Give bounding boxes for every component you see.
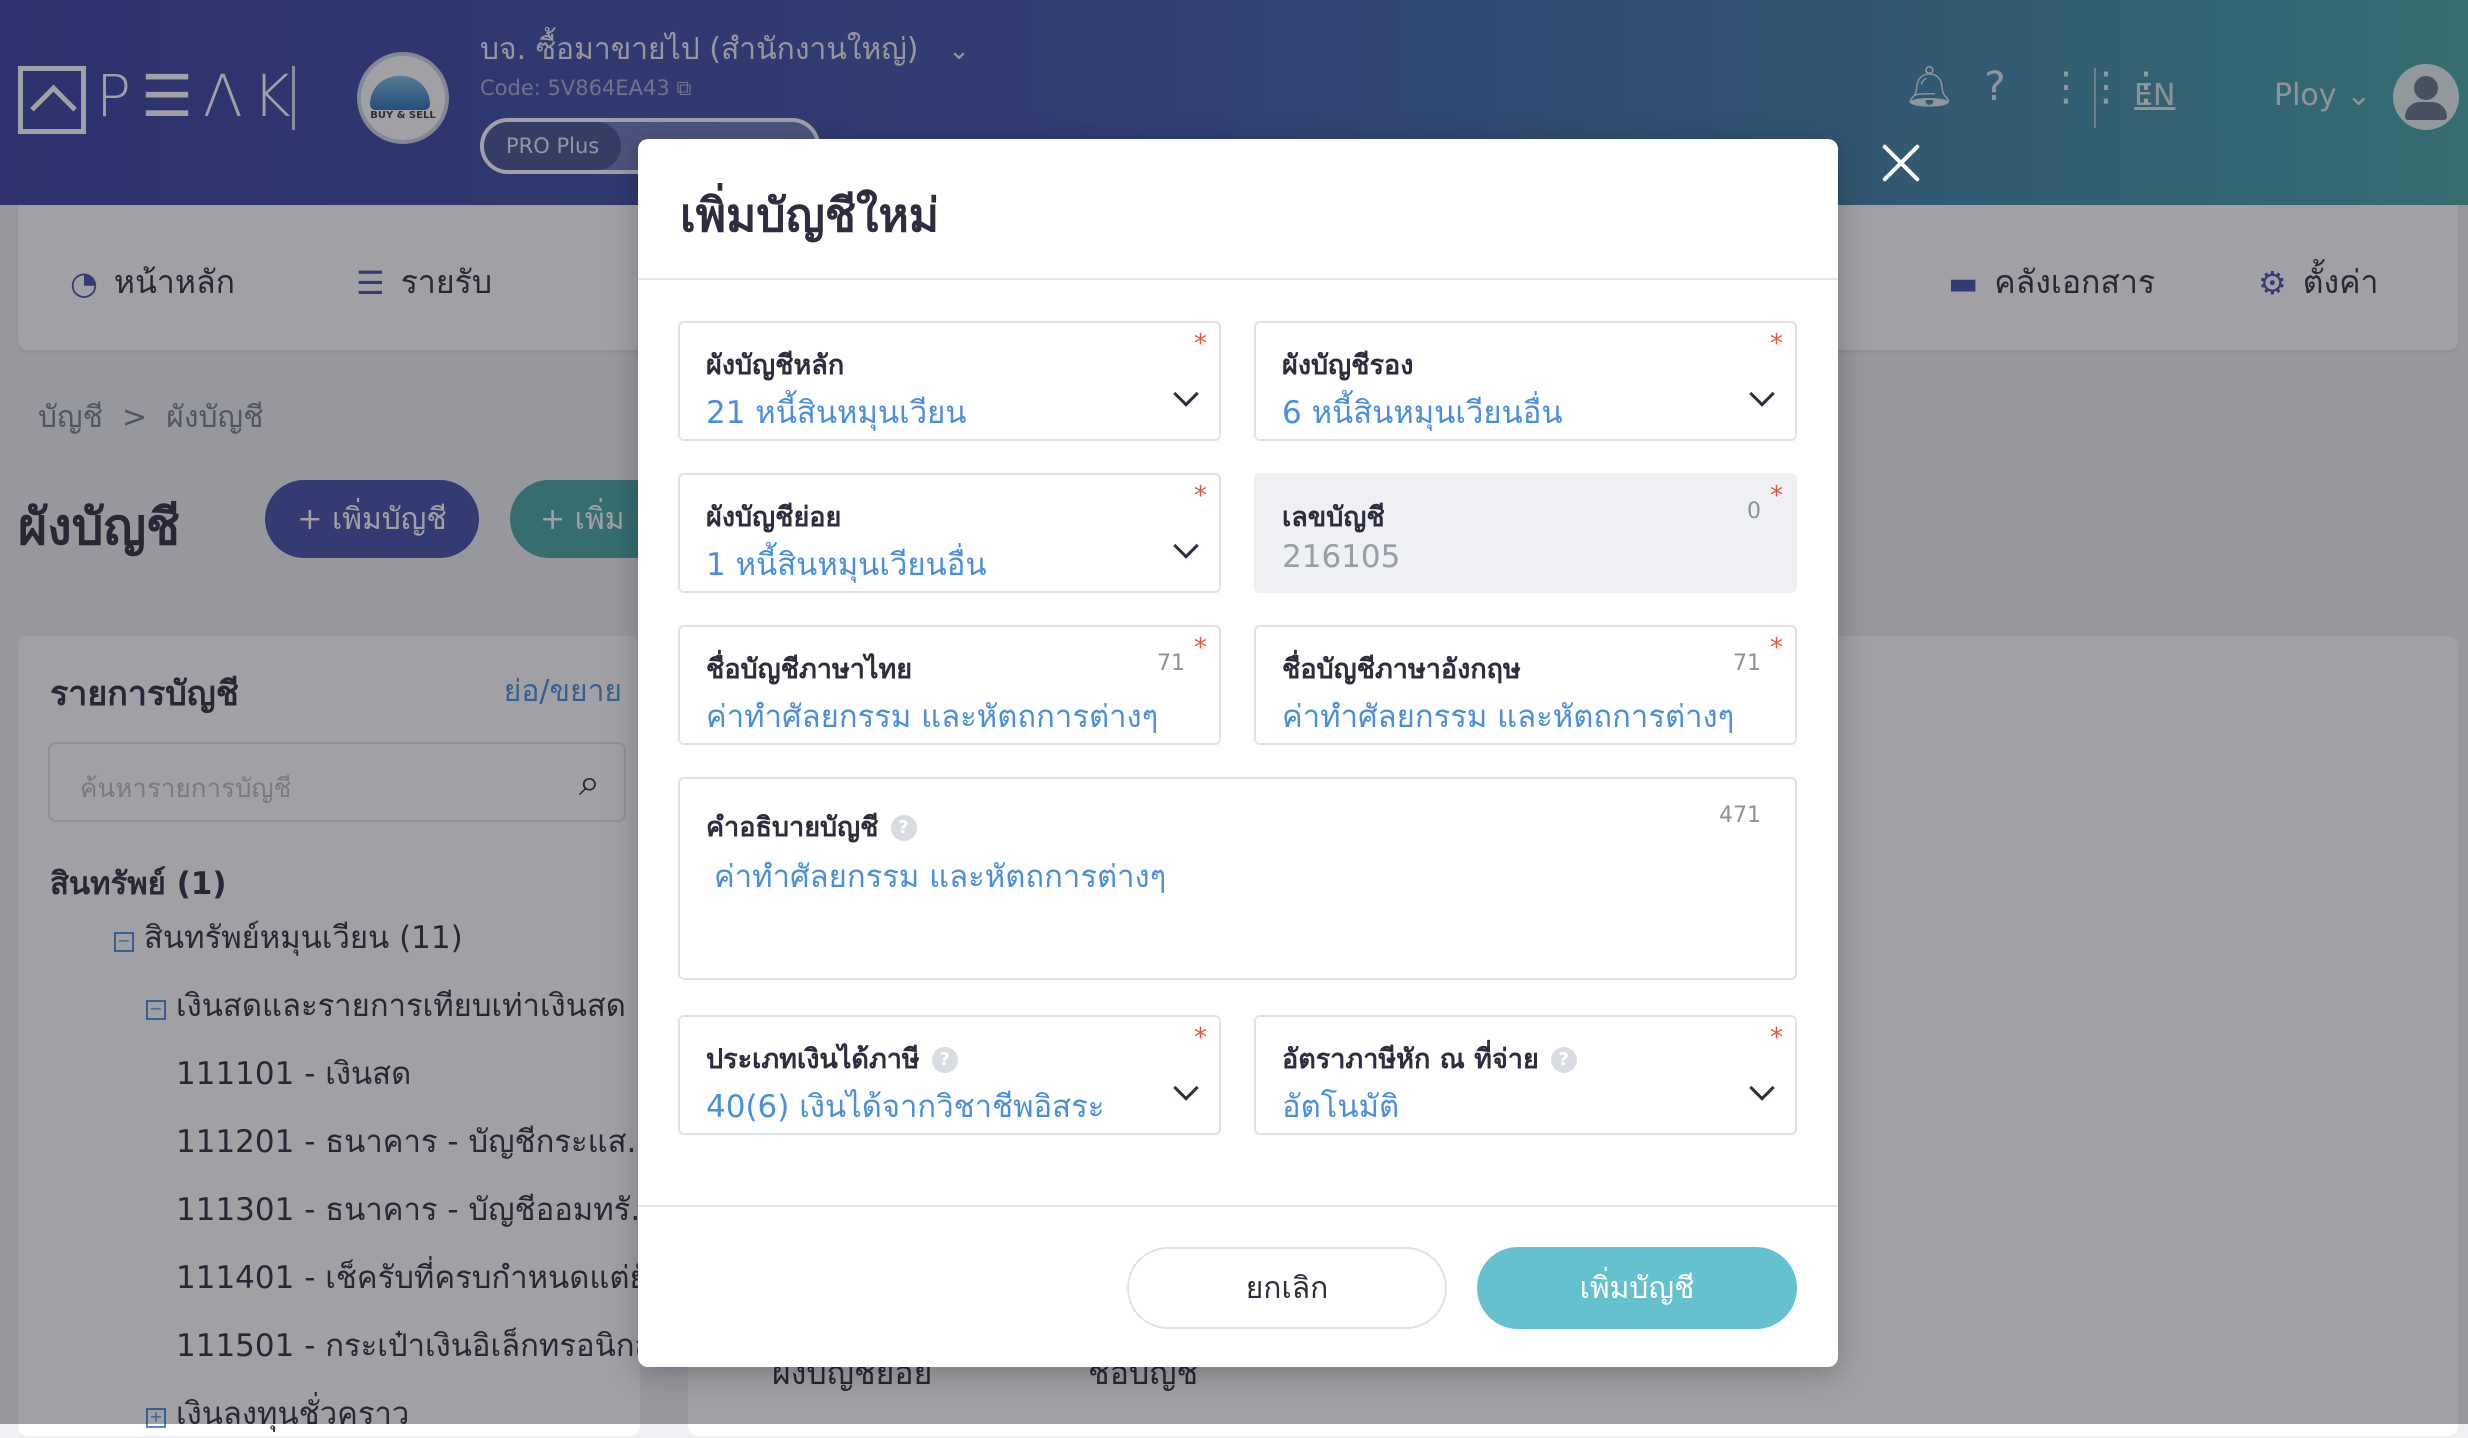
chevron-down-icon: [1173, 381, 1199, 407]
char-counter: 71: [1157, 651, 1185, 676]
char-counter: 471: [1719, 803, 1761, 828]
submit-add-account-button[interactable]: เพิ่มบัญชี: [1477, 1247, 1797, 1329]
income-type-select[interactable]: ประเภทเงินได้ภาษี? 40(6) เงินได้จากวิชาช…: [678, 1015, 1221, 1135]
required-marker: *: [1770, 329, 1783, 359]
help-icon[interactable]: ?: [931, 1047, 958, 1073]
required-marker: *: [1770, 633, 1783, 663]
help-icon[interactable]: ?: [890, 815, 917, 841]
required-marker: *: [1194, 1023, 1207, 1053]
main-chart-select[interactable]: ผังบัญชีหลัก 21 หนี้สินหมุนเวียน *: [678, 321, 1221, 441]
add-account-modal: เพิ่มบัญชีใหม่ ผังบัญชีหลัก 21 หนี้สินหม…: [638, 139, 1838, 1367]
account-name-english-field[interactable]: ชื่อบัญชีภาษาอังกฤษ ค่าทำศัลยกรรม และหัต…: [1254, 625, 1797, 745]
required-marker: *: [1194, 329, 1207, 359]
secondary-chart-select[interactable]: ผังบัญชีรอง 6 หนี้สินหมุนเวียนอื่น *: [1254, 321, 1797, 441]
chevron-down-icon: [1173, 533, 1199, 559]
account-number-field: เลขบัญชี 216105 0 *: [1254, 473, 1797, 593]
chevron-down-icon: [1749, 381, 1775, 407]
required-marker: *: [1770, 1023, 1783, 1053]
modal-footer-divider: [638, 1205, 1838, 1207]
chevron-down-icon: [1749, 1075, 1775, 1101]
chevron-down-icon: [1173, 1075, 1199, 1101]
account-description-textarea[interactable]: คำอธิบายบัญชี? ค่าทำศัลยกรรม และหัตถการต…: [678, 777, 1797, 980]
withholding-rate-select[interactable]: อัตราภาษีหัก ณ ที่จ่าย? อัตโนมัติ *: [1254, 1015, 1797, 1135]
account-name-thai-field[interactable]: ชื่อบัญชีภาษาไทย ค่าทำศัลยกรรม และหัตถกา…: [678, 625, 1221, 745]
help-icon[interactable]: ?: [1550, 1047, 1577, 1073]
char-counter: 71: [1733, 651, 1761, 676]
required-marker: *: [1194, 481, 1207, 511]
cancel-button[interactable]: ยกเลิก: [1127, 1247, 1447, 1329]
close-icon[interactable]: [1880, 142, 1922, 184]
modal-title: เพิ่มบัญชีใหม่: [680, 188, 940, 242]
modal-header-divider: [638, 278, 1838, 280]
required-marker: *: [1770, 481, 1783, 511]
required-marker: *: [1194, 633, 1207, 663]
sub-chart-select[interactable]: ผังบัญชีย่อย 1 หนี้สินหมุนเวียนอื่น *: [678, 473, 1221, 593]
char-counter: 0: [1747, 499, 1761, 524]
